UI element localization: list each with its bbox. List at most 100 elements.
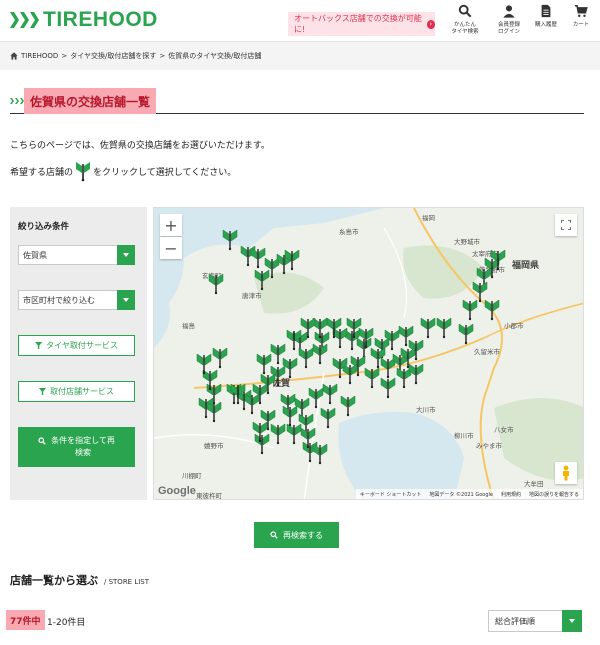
shop-pin[interactable] [436,317,452,339]
shop-pin[interactable] [222,229,238,251]
nav-purchase-history[interactable]: 購入履歴 [526,4,566,29]
nav-label: 会員登録 ログイン [497,22,520,35]
page-title-bar: 佐賀県の交換店舗一覧 [10,88,584,114]
street-view-pegman[interactable] [555,462,577,484]
shop-pin[interactable] [250,247,266,269]
autobacs-promo-banner[interactable]: オートバックス店舗での交換が可能に! › [288,12,435,36]
city-value: 市区町村で絞り込む [23,295,95,305]
nav-register-login[interactable]: 会員登録 ログイン [489,4,529,36]
shop-service-filter-button[interactable]: 取付店舗サービス [18,381,135,402]
shop-pin[interactable] [298,347,314,369]
filter-search-label: 条件を指定して再 検索 [51,436,115,457]
tire-service-filter-button[interactable]: タイヤ取付サービス [18,335,135,356]
store-list-heading: 店舗一覧から選ぶ / STORE LIST [10,572,149,588]
shop-pin[interactable] [484,299,500,321]
breadcrumb-home[interactable]: TIREHOOD [21,52,58,60]
header: TIREHOOD オートバックス店舗での交換が可能に! › かんたん タイヤ検索… [0,0,600,42]
shop-pins-layer [196,229,506,465]
prefecture-select[interactable]: 佐賀県 [18,245,135,265]
shop-pin-icon [76,162,91,182]
chevron-down-icon [117,290,135,310]
shop-pin[interactable] [286,423,302,445]
search-icon [38,437,46,445]
zoom-in-label: + [164,215,178,235]
breadcrumb-separator: > [61,52,68,60]
shop-pin[interactable] [420,317,436,339]
shop-pin[interactable] [254,433,270,455]
store-list-title: 店舗一覧から選ぶ [10,574,98,587]
search-icon [270,531,278,539]
logo-chevron-icon [10,12,39,28]
page-title: 佐賀県の交換店舗一覧 [24,88,157,114]
shop-pin[interactable] [270,423,286,445]
shop-pin[interactable] [208,273,224,295]
shop-pin[interactable] [282,405,298,427]
cart-icon [574,4,588,18]
shop-pin[interactable] [356,337,372,359]
shop-service-label: 取付店舗サービス [50,387,114,396]
fullscreen-button[interactable] [555,214,577,236]
breadcrumb-find-shops[interactable]: タイヤ交換/取付店舗を探す [70,51,156,61]
sort-value: 総合評価順 [495,616,535,626]
filter-icon [39,388,46,395]
shop-pin[interactable] [462,299,478,321]
pegman-icon [563,465,569,481]
map-report-error[interactable]: 地図の誤りを報告する [529,491,579,498]
zoom-in-button[interactable]: + [160,214,182,236]
chevron-right-icon: › [426,19,435,29]
intro-suffix: をクリックして選択してください。 [93,167,237,178]
shop-pin[interactable] [472,281,488,303]
nav-label: カート [572,22,590,28]
nav-cart[interactable]: カート [561,4,600,29]
shop-pin[interactable] [322,383,338,405]
store-range-text: 1-20件目 [47,618,86,628]
shop-pin[interactable] [308,387,324,409]
shop-pin[interactable] [380,377,396,399]
shop-pin[interactable] [196,353,212,375]
shop-pin[interactable] [342,363,358,385]
shop-pin[interactable] [332,327,348,349]
filter-icon [35,342,43,349]
nav-label: 購入履歴 [534,22,557,28]
shop-pin[interactable] [364,367,380,389]
intro-prefix: 希望する店舗の [10,167,74,178]
user-icon [503,5,515,18]
shop-pin[interactable] [212,347,228,369]
chevron-down-icon [117,245,135,265]
logo-text: TIREHOOD [43,8,158,31]
nav-tire-search[interactable]: かんたん タイヤ検索 [445,4,485,36]
shop-pin[interactable] [206,401,222,423]
map-data-credit: 地図データ ©2021 Google [429,491,493,498]
sort-select[interactable]: 総合評価順 [488,610,582,632]
research-label: 再検索する [283,530,323,540]
filter-title: 絞り込み条件 [18,222,70,232]
map-keyboard-shortcuts[interactable]: キーボード ショートカット [360,491,422,498]
tirehood-logo[interactable]: TIREHOOD [10,8,158,32]
filter-panel: 絞り込み条件 佐賀県 市区町村で絞り込む タイヤ取付サービス 取付店舗サービス … [10,207,147,500]
home-icon [10,52,18,60]
google-logo: Google [158,485,196,497]
shop-pin[interactable] [320,407,336,429]
city-select[interactable]: 市区町村で絞り込む [18,290,135,310]
zoom-out-label: − [164,238,178,258]
map-terms[interactable]: 利用規約 [501,491,521,498]
shop-map[interactable]: 福岡糸島市大野城市太宰府市筑紫野市福岡県玄海町唐津市福島小郡市久留米市佐賀大川市… [153,207,584,500]
store-list-subtitle: / STORE LIST [104,578,150,586]
shop-pin[interactable] [256,353,272,375]
shop-pin[interactable] [312,443,328,465]
intro-text: こちらのページでは、佐賀県の交換店舗をお選びいただけます。 [10,141,270,151]
fullscreen-icon [561,220,571,230]
promo-text: オートバックス店舗での交換が可能に! [294,14,422,34]
shop-pin[interactable] [312,343,328,365]
breadcrumb-separator: > [159,52,166,60]
breadcrumb-current: 佐賀県のタイヤ交換/取付店舗 [168,52,262,60]
research-button[interactable]: 再検索する [254,522,339,548]
shop-pin[interactable] [458,323,474,345]
map-footer: キーボード ショートカット 地図データ ©2021 Google 利用規約 地図… [355,489,583,499]
shop-pin[interactable] [340,395,356,417]
shop-pin[interactable] [254,269,270,291]
filter-search-button[interactable]: 条件を指定して再 検索 [18,427,135,467]
search-icon [458,4,472,18]
shop-pin[interactable] [244,393,260,415]
zoom-out-button[interactable]: − [160,237,182,259]
